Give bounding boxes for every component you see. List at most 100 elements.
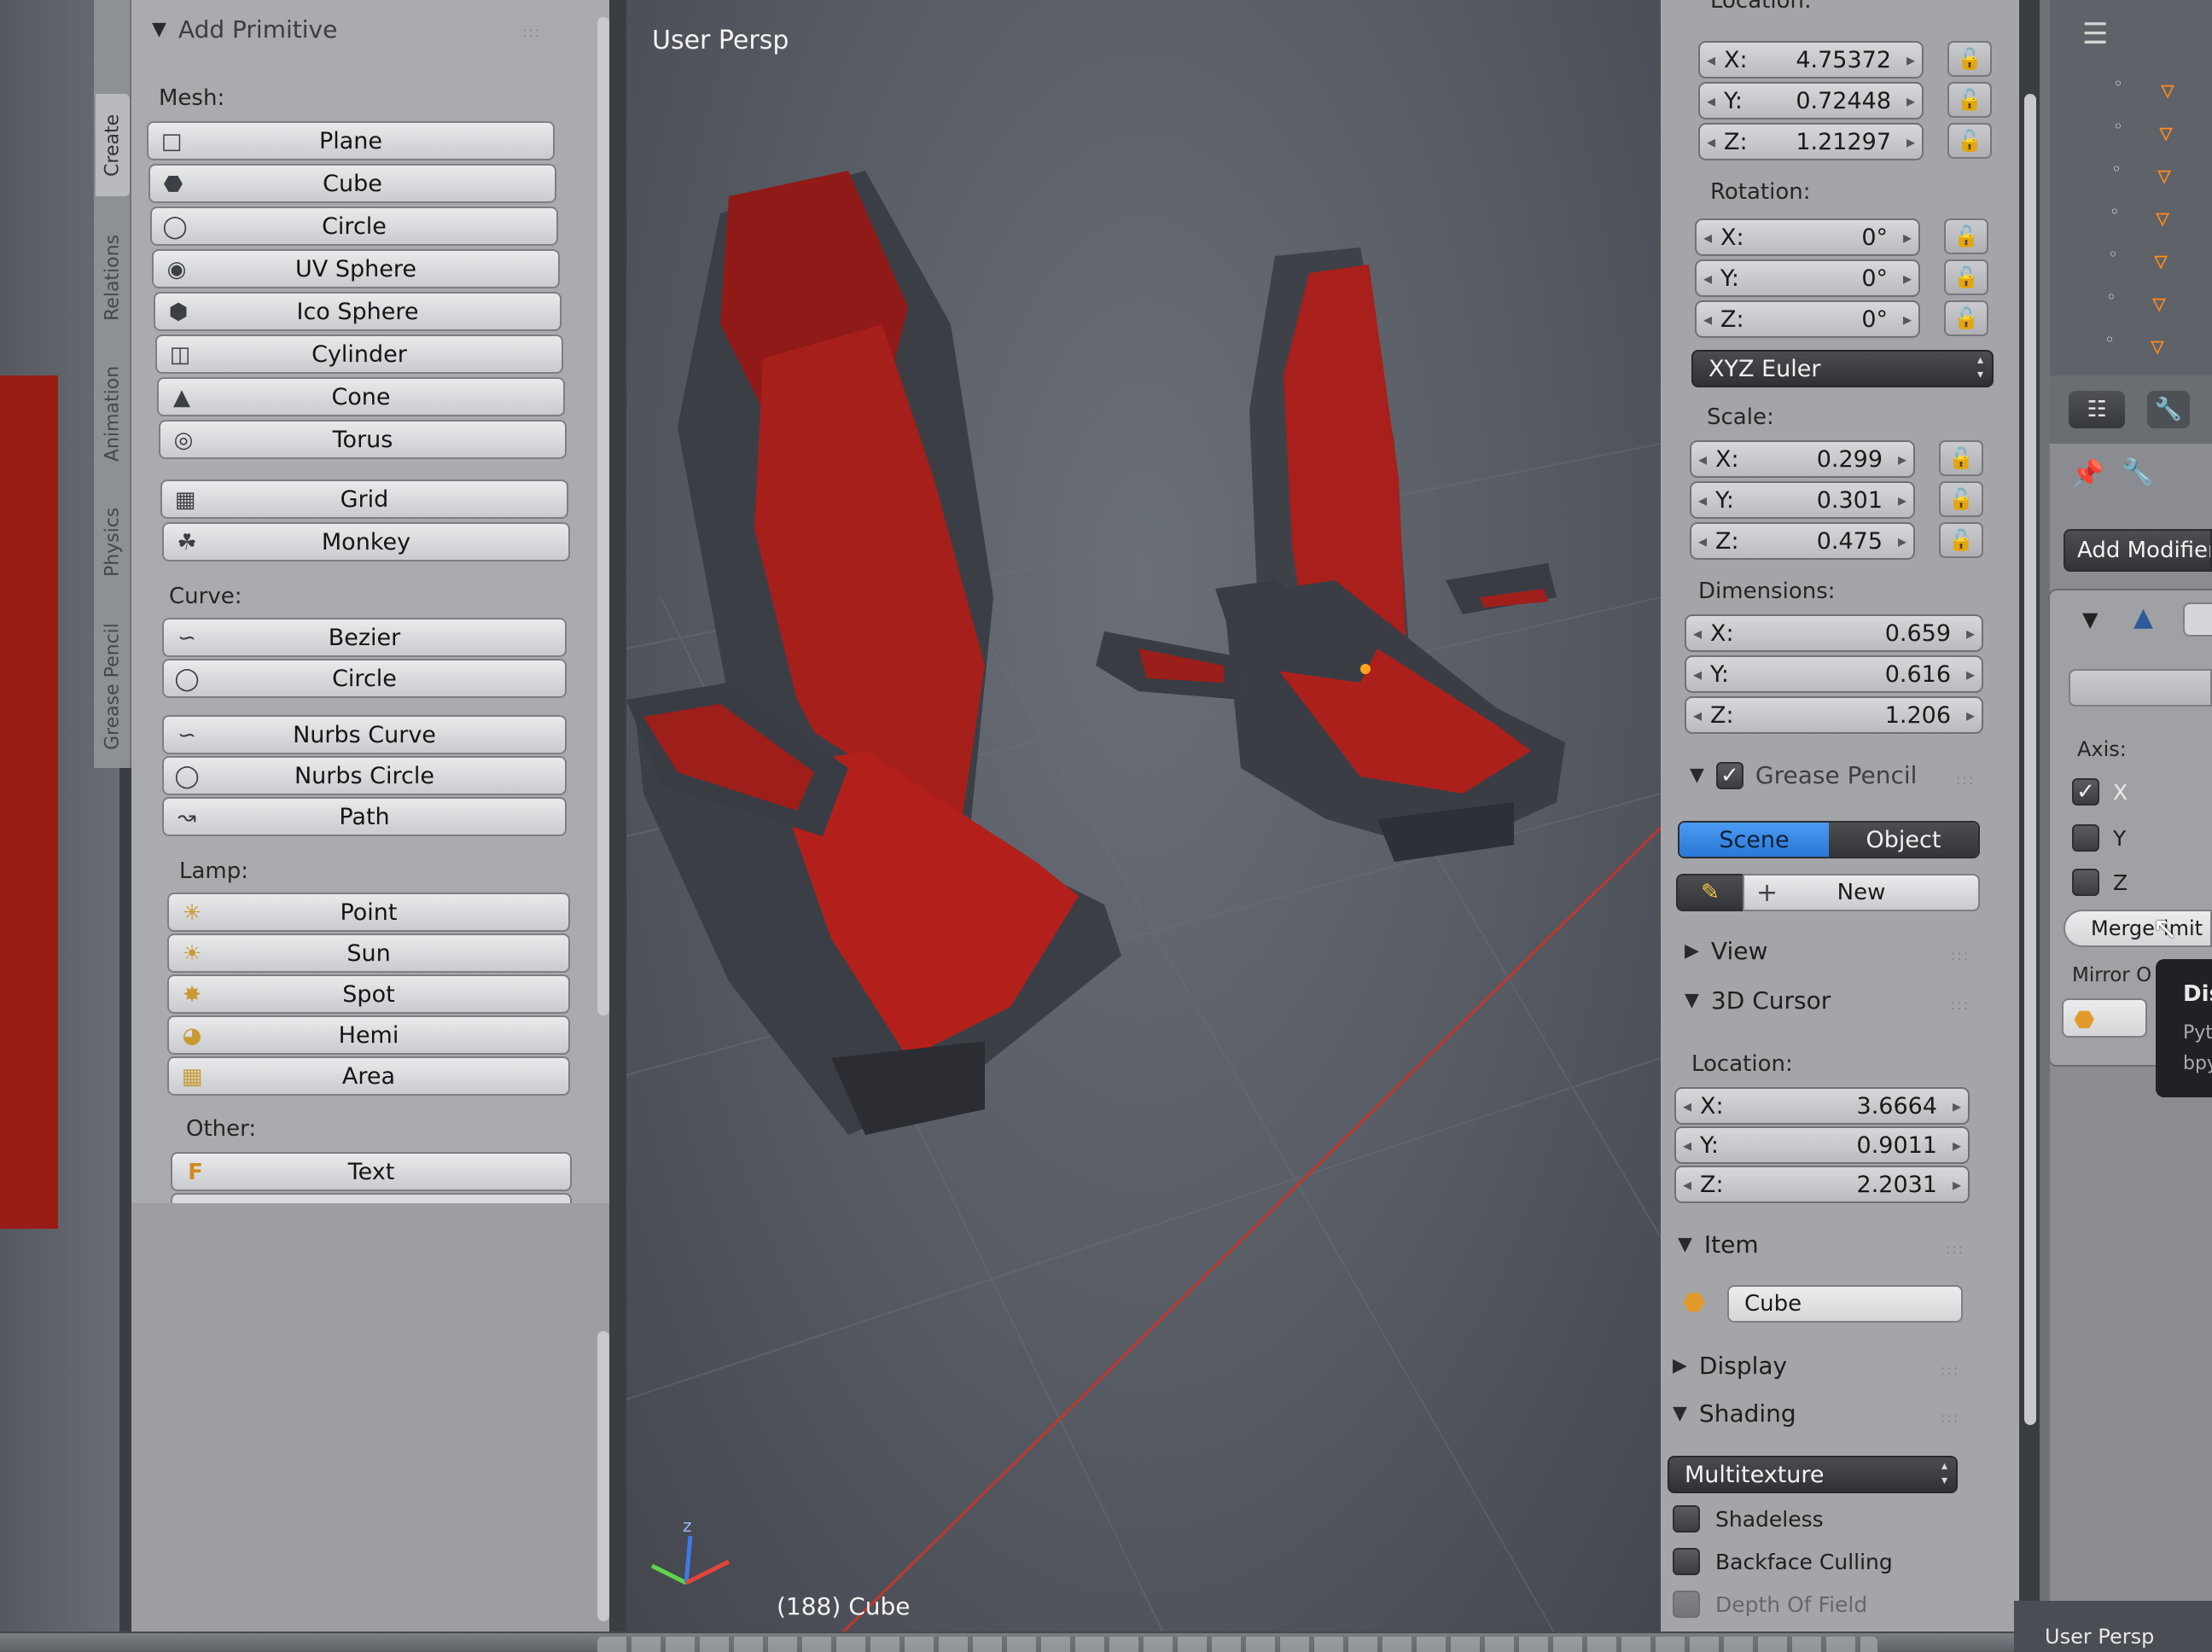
dimensions-z-field[interactable]: Z:1.206 — [1685, 696, 1983, 734]
mesh-object-icon[interactable]: ▿ — [2157, 159, 2171, 191]
outliner-row[interactable]: ◦ — [2111, 159, 2122, 179]
wrench-icon[interactable]: 🔧 — [2122, 457, 2153, 487]
add-uv-sphere-button[interactable]: ◉ UV Sphere — [152, 249, 560, 288]
lock-icon[interactable]: 🔓 — [1947, 123, 1992, 159]
rotation-mode-dropdown[interactable]: XYZ Euler — [1691, 350, 1994, 387]
add-path-button[interactable]: ↝ Path — [162, 797, 567, 836]
add-cylinder-button[interactable]: ◫ Cylinder — [155, 334, 563, 374]
modifier-tab-icon[interactable]: 🔧 — [2147, 391, 2190, 428]
add-curve-circle-button[interactable]: ◯ Circle — [162, 659, 567, 698]
outliner-row[interactable]: ◦ — [2113, 116, 2123, 137]
lock-icon[interactable]: 🔓 — [1944, 300, 1988, 336]
add-sun-lamp-button[interactable]: ☀ Sun — [167, 934, 570, 973]
cursor-panel-header[interactable]: ▼ 3D Cursor — [1685, 986, 1831, 1015]
mirror-object-field[interactable]: ⬣ — [2062, 998, 2147, 1038]
lock-icon[interactable]: 🔓 — [1947, 41, 1992, 77]
panel-header-add-primitive[interactable]: ▼ Add Primitive — [152, 15, 337, 44]
add-cube-button[interactable]: ⬣ Cube — [148, 164, 556, 203]
lock-icon[interactable]: 🔓 — [1944, 218, 1988, 254]
tab-grease-pencil[interactable]: Grease Pencil — [96, 606, 130, 768]
rotation-x-field[interactable]: X:0° — [1695, 218, 1920, 256]
rotation-y-field[interactable]: Y:0° — [1695, 259, 1920, 297]
add-nurbs-curve-button[interactable]: ∽ Nurbs Curve — [162, 715, 567, 754]
axis-z-checkbox[interactable] — [2072, 869, 2099, 896]
add-next-button-clipped[interactable] — [171, 1193, 572, 1203]
modifier-name-field[interactable] — [2183, 602, 2212, 637]
add-area-lamp-button[interactable]: ▦ Area — [167, 1056, 570, 1096]
mesh-object-icon[interactable]: ▿ — [2156, 201, 2169, 234]
add-modifier-button[interactable]: Add Modifier — [2064, 529, 2212, 572]
add-plane-button[interactable]: □ Plane — [147, 121, 555, 160]
view-panel-header[interactable]: ▶ View — [1685, 937, 1767, 965]
lock-icon[interactable]: 🔓 — [1947, 82, 1992, 118]
add-torus-button[interactable]: ◎ Torus — [159, 420, 567, 459]
add-ico-sphere-button[interactable]: ⬢ Ico Sphere — [154, 292, 562, 331]
pencil-browse-button[interactable]: ✎ — [1676, 874, 1744, 911]
editor-type-button[interactable]: ☷ — [2069, 391, 2125, 428]
drag-handle-icon[interactable]: ::: — [1951, 997, 1970, 1013]
outliner-row[interactable]: ◦ — [2104, 329, 2115, 350]
tab-animation[interactable]: Animation — [96, 350, 130, 478]
mesh-object-icon[interactable]: ▿ — [2152, 287, 2166, 319]
grease-pencil-checkbox[interactable]: ✓ — [1715, 761, 1743, 789]
modifier-collapse-icon[interactable]: ▼ — [2082, 608, 2098, 631]
add-cone-button[interactable]: ▲ Cone — [157, 377, 565, 416]
tab-create[interactable]: Create — [96, 94, 130, 196]
mesh-object-icon[interactable]: ▿ — [2159, 116, 2173, 148]
tab-relations[interactable]: Relations — [96, 213, 130, 341]
scale-x-field[interactable]: X:0.299 — [1690, 440, 1915, 478]
item-name-field[interactable]: Cube — [1727, 1285, 1963, 1323]
shading-panel-header[interactable]: ▼ Shading — [1673, 1399, 1796, 1428]
lock-icon[interactable]: 🔓 — [1944, 259, 1988, 295]
axis-x-checkbox[interactable]: ✓ — [2072, 778, 2099, 806]
rotation-z-field[interactable]: Z:0° — [1695, 300, 1920, 338]
add-text-button[interactable]: F Text — [171, 1152, 572, 1191]
object-toggle[interactable]: Object — [1829, 823, 1978, 857]
lock-icon[interactable]: 🔓 — [1939, 440, 1983, 476]
mesh-object-icon[interactable]: ▿ — [2161, 73, 2174, 106]
viewport-header-controls[interactable] — [597, 1637, 1877, 1652]
drag-handle-icon[interactable]: ::: — [1941, 1362, 1959, 1378]
drag-handle-icon[interactable]: ::: — [522, 24, 541, 40]
new-grease-pencil-button[interactable]: + New — [1743, 874, 1980, 911]
mesh-object-icon[interactable]: ▿ — [2154, 244, 2168, 276]
add-point-lamp-button[interactable]: ✳ Point — [167, 893, 570, 932]
outliner-row[interactable]: ◦ — [2108, 244, 2118, 265]
add-spot-lamp-button[interactable]: ✸ Spot — [167, 974, 570, 1014]
lock-icon[interactable]: 🔓 — [1939, 522, 1983, 558]
depth-of-field-checkbox[interactable] — [1673, 1591, 1700, 1618]
toolshelf-scrollbar[interactable] — [597, 17, 609, 1015]
drag-handle-icon[interactable]: ::: — [1941, 1410, 1959, 1426]
cursor-y-field[interactable]: Y:0.9011 — [1674, 1126, 1970, 1164]
drag-handle-icon[interactable]: ::: — [1956, 771, 1975, 788]
add-hemi-lamp-button[interactable]: ◕ Hemi — [167, 1015, 570, 1055]
scale-z-field[interactable]: Z:0.475 — [1690, 522, 1915, 560]
outliner-row[interactable]: ◦ — [2113, 73, 2123, 94]
drag-handle-icon[interactable]: ::: — [1946, 1241, 1965, 1257]
item-panel-header[interactable]: ▼ Item — [1678, 1230, 1759, 1259]
drag-handle-icon[interactable]: ::: — [1951, 947, 1970, 963]
outliner-toolbar-icon[interactable]: ☰ — [2082, 17, 2125, 60]
outliner-row[interactable]: ◦ — [2106, 287, 2116, 307]
mesh-object-icon[interactable]: ▿ — [2151, 329, 2164, 362]
cursor-x-field[interactable]: X:3.6664 — [1674, 1087, 1970, 1125]
scale-y-field[interactable]: Y:0.301 — [1690, 481, 1915, 519]
tab-physics[interactable]: Physics — [96, 486, 130, 597]
pin-icon[interactable]: 📌 — [2070, 457, 2104, 490]
location-x-field[interactable]: X:4.75372 — [1698, 41, 1924, 79]
dimensions-y-field[interactable]: Y:0.616 — [1685, 655, 1983, 693]
toolshelf-scrollbar-lower[interactable] — [597, 1331, 609, 1621]
shadeless-checkbox[interactable] — [1673, 1505, 1700, 1533]
add-nurbs-circle-button[interactable]: ◯ Nurbs Circle — [162, 756, 567, 795]
scene-toggle[interactable]: Scene — [1679, 823, 1829, 857]
merge-limit-field[interactable]: Merge imit — [2064, 910, 2212, 947]
backface-culling-checkbox[interactable] — [1673, 1548, 1700, 1575]
add-circle-button[interactable]: ◯ Circle — [150, 206, 558, 246]
location-z-field[interactable]: Z:1.21297 — [1698, 123, 1924, 160]
lock-icon[interactable]: 🔓 — [1939, 481, 1983, 517]
grease-pencil-panel-header[interactable]: ▼ ✓ Grease Pencil — [1690, 761, 1917, 789]
properties-scrollbar[interactable] — [2024, 94, 2036, 1425]
axis-y-checkbox[interactable] — [2072, 824, 2099, 852]
add-grid-button[interactable]: ▦ Grid — [160, 480, 568, 519]
outliner-row[interactable]: ◦ — [2110, 201, 2120, 222]
